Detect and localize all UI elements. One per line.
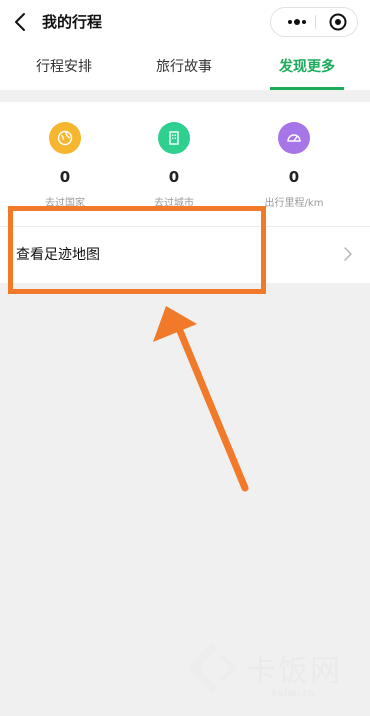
stat-cities-value: 0 bbox=[168, 168, 180, 186]
tab-travel-stories[interactable]: 旅行故事 bbox=[150, 56, 218, 76]
stat-countries-label: 去过国家 bbox=[45, 198, 85, 209]
tab-discover-more[interactable]: 发现更多 bbox=[272, 56, 342, 76]
page-title: 我的行程 bbox=[42, 13, 103, 31]
view-footprint-map-row[interactable]: 查看足迹地图 bbox=[0, 226, 370, 283]
watermark: 卡饭网 kafan.cn bbox=[182, 636, 362, 706]
section-gap bbox=[0, 90, 370, 102]
mini-program-capsule bbox=[270, 7, 358, 37]
watermark-url: kafan.cn bbox=[272, 688, 315, 699]
globe-icon bbox=[49, 122, 81, 154]
tab-itinerary[interactable]: 行程安排 bbox=[30, 56, 98, 76]
stat-cities: 0 去过城市 bbox=[124, 122, 224, 209]
stat-countries-value: 0 bbox=[59, 168, 71, 186]
speedometer-icon bbox=[278, 122, 310, 154]
view-footprint-map-label: 查看足迹地图 bbox=[16, 247, 100, 263]
close-mini-program-icon[interactable] bbox=[323, 8, 353, 36]
chevron-right-icon bbox=[344, 247, 352, 261]
capsule-divider bbox=[315, 15, 316, 29]
watermark-text: 卡饭网 bbox=[246, 655, 342, 688]
stats-panel: 0 去过国家 0 去过城市 0 出行里程/km bbox=[0, 102, 370, 226]
stat-mileage-value: 0 bbox=[288, 168, 300, 186]
back-icon[interactable] bbox=[10, 10, 32, 34]
navigation-bar: 我的行程 bbox=[0, 0, 370, 44]
stat-mileage: 0 出行里程/km bbox=[244, 122, 344, 209]
more-options-icon[interactable] bbox=[279, 8, 315, 36]
watermark-logo-icon bbox=[188, 642, 238, 694]
building-icon bbox=[158, 122, 190, 154]
tab-bar: 行程安排 旅行故事 发现更多 bbox=[0, 44, 370, 90]
stat-countries: 0 去过国家 bbox=[15, 122, 115, 209]
stat-cities-label: 去过城市 bbox=[154, 198, 194, 209]
stat-mileage-label: 出行里程/km bbox=[264, 198, 324, 209]
